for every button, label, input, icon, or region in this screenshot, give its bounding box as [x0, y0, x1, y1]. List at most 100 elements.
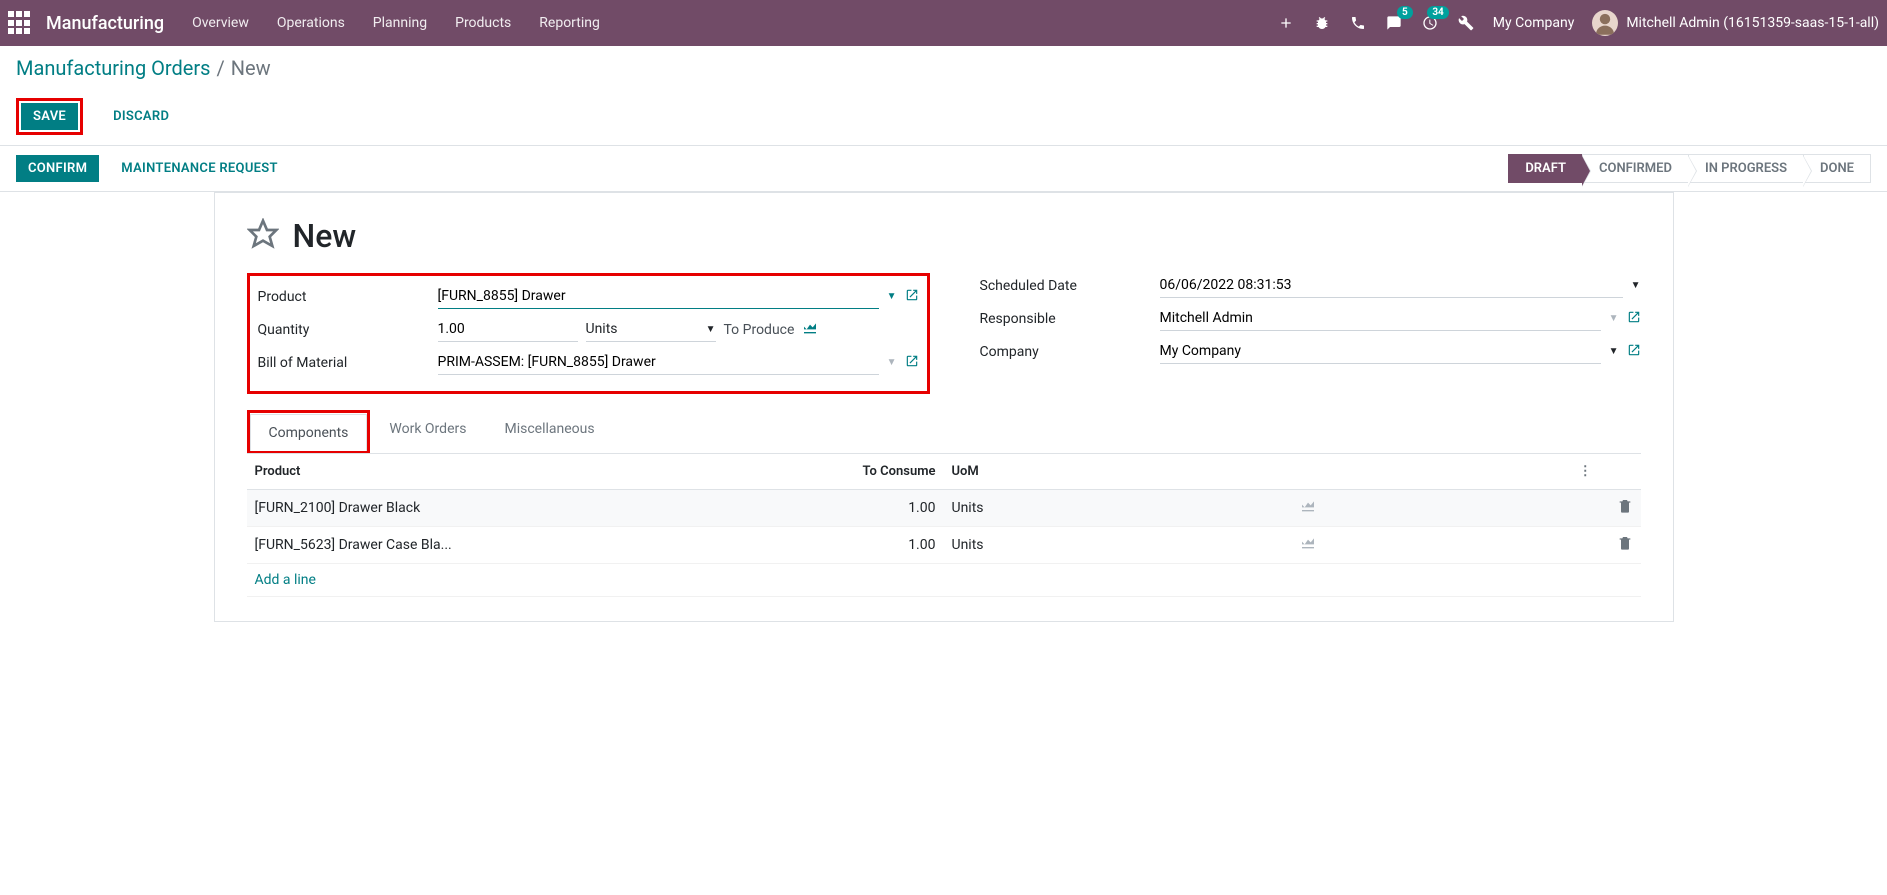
row-forecast-icon[interactable]: [1300, 502, 1316, 518]
units-select[interactable]: Units ▼: [586, 317, 716, 342]
quantity-row: Quantity Units ▼ To Produce: [258, 317, 919, 342]
breadcrumb-parent[interactable]: Manufacturing Orders: [16, 56, 211, 80]
nav-overview[interactable]: Overview: [192, 15, 249, 31]
app-title: Manufacturing: [46, 13, 164, 34]
responsible-dropdown-icon[interactable]: ▼: [1609, 313, 1619, 324]
bom-label: Bill of Material: [258, 355, 438, 371]
table-options-icon[interactable]: ⋮: [1571, 454, 1641, 490]
phone-icon[interactable]: [1349, 14, 1367, 32]
breadcrumb-separator: /: [217, 56, 225, 80]
col-uom: UoM: [943, 454, 1292, 490]
product-label: Product: [258, 289, 438, 305]
confirm-button[interactable]: CONFIRM: [16, 155, 99, 182]
status-in-progress[interactable]: IN PROGRESS: [1688, 154, 1804, 183]
statusbar-row: CONFIRM MAINTENANCE REQUEST DRAFT CONFIR…: [0, 146, 1887, 192]
breadcrumb-current: New: [231, 56, 271, 80]
units-value: Units: [586, 321, 618, 337]
add-line-button[interactable]: Add a line: [247, 564, 1641, 597]
tab-miscellaneous[interactable]: Miscellaneous: [485, 410, 613, 453]
responsible-external-icon[interactable]: [1627, 309, 1641, 328]
status-steps: DRAFT CONFIRMED IN PROGRESS DONE: [1509, 154, 1871, 183]
tools-icon[interactable]: [1457, 14, 1475, 32]
company-row: Company ▼: [980, 339, 1641, 364]
company-dropdown-icon[interactable]: ▼: [1609, 346, 1619, 357]
discard-button[interactable]: DISCARD: [101, 103, 181, 130]
quantity-input[interactable]: [438, 317, 578, 342]
tab-work-orders[interactable]: Work Orders: [370, 410, 485, 453]
company-external-icon[interactable]: [1627, 342, 1641, 361]
tabs: Components Work Orders Miscellaneous: [247, 410, 1641, 454]
table-row[interactable]: [FURN_5623] Drawer Case Bla... 1.00 Unit…: [247, 527, 1641, 564]
row-delete-icon[interactable]: [1617, 539, 1633, 555]
to-produce-label: To Produce: [724, 322, 795, 338]
form-right: Scheduled Date ▼ Responsible ▼ Compan: [980, 273, 1641, 394]
scheduled-row: Scheduled Date ▼: [980, 273, 1641, 298]
col-product: Product: [247, 454, 805, 490]
messages-badge: 5: [1397, 6, 1413, 19]
bom-dropdown-icon[interactable]: ▼: [887, 357, 897, 368]
forecast-icon[interactable]: [802, 320, 818, 340]
bom-external-icon[interactable]: [905, 353, 919, 372]
page-title: New: [293, 217, 357, 255]
company-selector[interactable]: My Company: [1493, 15, 1575, 31]
statusbar-left: CONFIRM MAINTENANCE REQUEST: [16, 155, 290, 182]
title-row: New: [247, 217, 1641, 255]
product-dropdown-icon[interactable]: ▼: [887, 291, 897, 302]
row-product[interactable]: [FURN_2100] Drawer Black: [247, 490, 805, 527]
row-consume[interactable]: 1.00: [804, 490, 943, 527]
breadcrumb: Manufacturing Orders / New: [16, 56, 1871, 80]
nav-products[interactable]: Products: [455, 15, 511, 31]
plus-icon[interactable]: [1277, 14, 1295, 32]
row-consume[interactable]: 1.00: [804, 527, 943, 564]
status-draft[interactable]: DRAFT: [1508, 154, 1583, 183]
nav-right: 5 34 My Company Mitchell Admin (16151359…: [1277, 10, 1879, 36]
avatar-icon: [1592, 10, 1618, 36]
nav-menu: Overview Operations Planning Products Re…: [192, 15, 1277, 31]
messages-icon[interactable]: 5: [1385, 14, 1403, 32]
row-uom[interactable]: Units: [943, 527, 1292, 564]
row-forecast-icon[interactable]: [1300, 539, 1316, 555]
scheduled-dropdown-icon[interactable]: ▼: [1631, 280, 1641, 291]
activities-badge: 34: [1427, 6, 1448, 19]
top-nav: Manufacturing Overview Operations Planni…: [0, 0, 1887, 46]
tab-components[interactable]: Components: [250, 414, 368, 451]
form-left-highlight: Product ▼ Quantity Units ▼: [247, 273, 930, 394]
action-row: SAVE DISCARD: [16, 98, 1871, 135]
save-highlight: SAVE: [16, 98, 83, 135]
form-grid: Product ▼ Quantity Units ▼: [247, 273, 1641, 394]
col-consume: To Consume: [804, 454, 943, 490]
maintenance-button[interactable]: MAINTENANCE REQUEST: [109, 155, 290, 182]
row-uom[interactable]: Units: [943, 490, 1292, 527]
row-delete-icon[interactable]: [1617, 502, 1633, 518]
components-tab-highlight: Components: [247, 410, 371, 453]
product-row: Product ▼: [258, 284, 919, 309]
bug-icon[interactable]: [1313, 14, 1331, 32]
row-product[interactable]: [FURN_5623] Drawer Case Bla...: [247, 527, 805, 564]
company-label: Company: [980, 344, 1160, 360]
product-input[interactable]: [438, 284, 879, 309]
nav-reporting[interactable]: Reporting: [539, 15, 600, 31]
status-confirmed[interactable]: CONFIRMED: [1582, 154, 1689, 183]
nav-operations[interactable]: Operations: [277, 15, 345, 31]
nav-planning[interactable]: Planning: [373, 15, 427, 31]
responsible-label: Responsible: [980, 311, 1160, 327]
scheduled-label: Scheduled Date: [980, 278, 1160, 294]
activities-icon[interactable]: 34: [1421, 14, 1439, 32]
save-button[interactable]: SAVE: [21, 103, 78, 130]
user-menu[interactable]: Mitchell Admin (16151359-saas-15-1-all): [1592, 10, 1879, 36]
quantity-label: Quantity: [258, 322, 438, 338]
components-table: Product To Consume UoM ⋮ [FURN_2100] Dra…: [247, 454, 1641, 597]
apps-icon[interactable]: [8, 11, 32, 35]
responsible-input[interactable]: [1160, 306, 1601, 331]
control-panel: Manufacturing Orders / New SAVE DISCARD: [0, 46, 1887, 146]
star-icon[interactable]: [247, 218, 279, 254]
product-external-icon[interactable]: [905, 287, 919, 306]
status-done[interactable]: DONE: [1803, 154, 1871, 183]
form-sheet: New Product ▼ Quantity U: [214, 192, 1674, 622]
table-row[interactable]: [FURN_2100] Drawer Black 1.00 Units: [247, 490, 1641, 527]
scheduled-input[interactable]: [1160, 273, 1623, 298]
user-name: Mitchell Admin (16151359-saas-15-1-all): [1626, 15, 1879, 31]
company-input[interactable]: [1160, 339, 1601, 364]
sheet-wrap: New Product ▼ Quantity U: [0, 192, 1887, 646]
bom-input[interactable]: [438, 350, 879, 375]
